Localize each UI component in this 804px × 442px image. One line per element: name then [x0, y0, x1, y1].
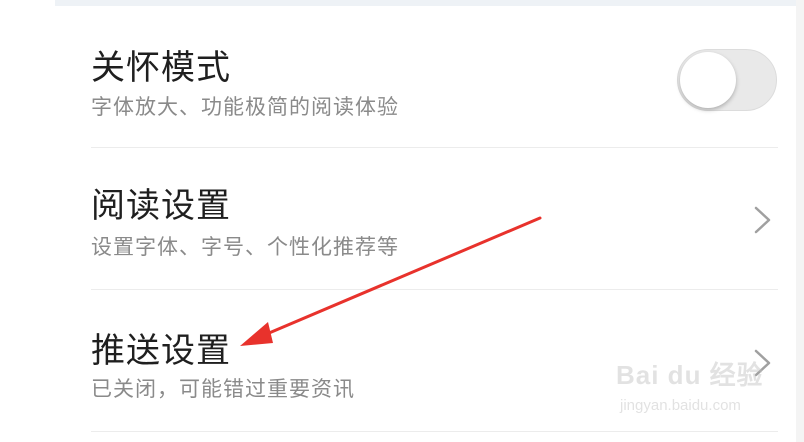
watermark-url: jingyan.baidu.com [620, 397, 741, 414]
watermark-logo: Bai du 经验 [616, 360, 764, 390]
chevron-right-icon [754, 206, 771, 234]
setting-subtitle: 设置字体、字号、个性化推荐等 [91, 235, 399, 259]
right-edge [796, 0, 804, 442]
setting-row-reading[interactable]: 阅读设置 设置字体、字号、个性化推荐等 [0, 148, 796, 290]
setting-title: 阅读设置 [91, 186, 231, 226]
divider [91, 431, 778, 432]
setting-subtitle: 字体放大、功能极简的阅读体验 [91, 95, 399, 119]
care-mode-toggle[interactable] [677, 49, 777, 111]
setting-subtitle: 已关闭，可能错过重要资讯 [91, 377, 355, 401]
baidu-watermark: Bai du 经验 jingyan.baidu.com [616, 355, 764, 425]
toggle-knob [680, 52, 736, 108]
setting-row-care-mode[interactable]: 关怀模式 字体放大、功能极简的阅读体验 [0, 6, 796, 148]
setting-title: 推送设置 [91, 331, 231, 371]
setting-title: 关怀模式 [91, 48, 231, 88]
